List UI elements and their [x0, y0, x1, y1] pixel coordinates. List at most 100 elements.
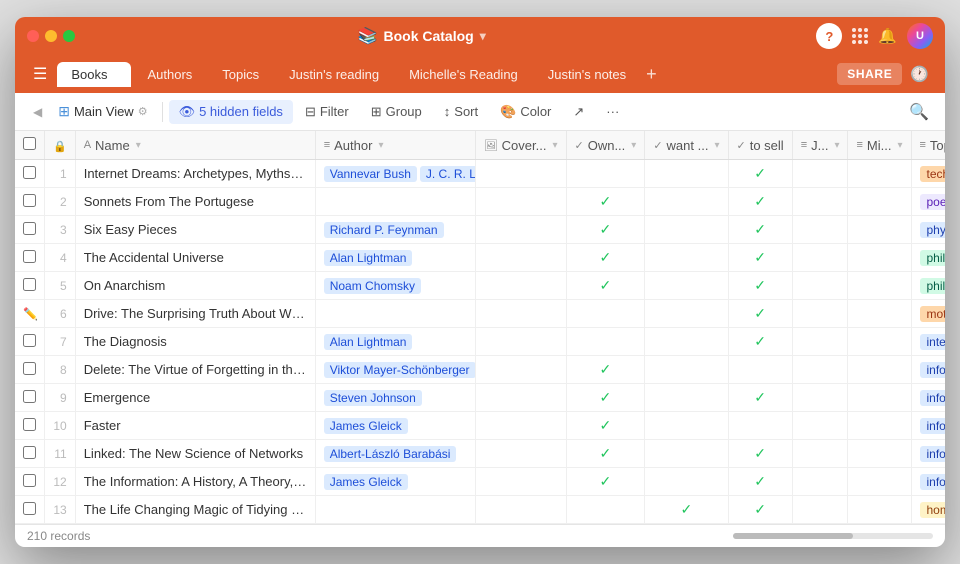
topic-tag[interactable]: philosophy — [920, 278, 946, 294]
history-icon[interactable]: 🕐 — [904, 61, 935, 87]
row-checkbox[interactable] — [23, 222, 36, 235]
row-checkbox[interactable] — [23, 502, 36, 515]
author-tag[interactable]: Noam Chomsky — [324, 278, 421, 294]
main-view-selector[interactable]: ⊞ Main View ⚙ — [50, 99, 155, 124]
hamburger-icon[interactable]: ☰ — [25, 60, 55, 88]
row-checkbox-cell[interactable] — [15, 328, 45, 356]
col-author-header[interactable]: ≡ Author ▾ — [315, 131, 475, 160]
add-tab-button[interactable]: + — [646, 64, 657, 85]
row-checkbox[interactable] — [23, 250, 36, 263]
export-button[interactable]: ↗ — [563, 100, 594, 124]
hidden-fields-button[interactable]: 👁 5 hidden fields — [169, 100, 293, 124]
row-checkbox-cell[interactable] — [15, 244, 45, 272]
tab-topics[interactable]: Topics — [208, 62, 273, 87]
row-name[interactable]: Delete: The Virtue of Forgetting in the … — [75, 356, 315, 384]
tab-books[interactable]: Books — [57, 62, 131, 87]
select-all-checkbox[interactable] — [23, 137, 36, 150]
row-checkbox[interactable] — [23, 474, 36, 487]
color-button[interactable]: 🎨 Color — [490, 100, 561, 124]
author-tag[interactable]: Richard P. Feynman — [324, 222, 444, 238]
row-name[interactable]: The Accidental Universe — [75, 244, 315, 272]
group-button[interactable]: ⊞ Group — [361, 100, 432, 124]
row-checkbox-cell[interactable]: ✏️ — [15, 300, 45, 328]
author-tag[interactable]: James Gleick — [324, 418, 408, 434]
row-checkbox-cell[interactable] — [15, 188, 45, 216]
topic-tag[interactable]: information theory — [920, 390, 946, 406]
topic-tag[interactable]: technology — [920, 166, 946, 182]
col-name-header[interactable]: A Name ▾ — [75, 131, 315, 160]
tab-michelles-reading[interactable]: Michelle's Reading — [395, 62, 532, 87]
author-tag[interactable]: Alan Lightman — [324, 250, 413, 266]
author-tag[interactable]: J. C. R. Lic — [420, 166, 475, 182]
topic-tag[interactable]: internet — [920, 334, 946, 350]
row-checkbox-cell[interactable] — [15, 216, 45, 244]
row-name[interactable]: Drive: The Surprising Truth About What M… — [75, 300, 315, 328]
col-checkbox[interactable] — [15, 131, 45, 160]
row-name[interactable]: Emergence — [75, 384, 315, 412]
row-name[interactable]: Faster — [75, 412, 315, 440]
topic-tag[interactable]: information theory — [920, 418, 946, 434]
col-tosell-header[interactable]: ✓ to sell — [728, 131, 792, 160]
row-name[interactable]: The Information: A History, A Theory, A … — [75, 468, 315, 496]
search-icon[interactable]: 🔍 — [905, 98, 933, 126]
col-own-header[interactable]: ✓ Own... ▾ — [566, 131, 645, 160]
row-name[interactable]: Six Easy Pieces — [75, 216, 315, 244]
col-topics-header[interactable]: ≡ Topics — [911, 131, 945, 160]
row-checkbox-cell[interactable] — [15, 412, 45, 440]
row-checkbox-cell[interactable] — [15, 440, 45, 468]
row-checkbox-cell[interactable] — [15, 496, 45, 524]
row-name[interactable]: Sonnets From The Portugese — [75, 188, 315, 216]
maximize-button[interactable] — [63, 30, 75, 42]
row-checkbox[interactable] — [23, 334, 36, 347]
row-checkbox[interactable] — [23, 418, 36, 431]
tab-authors[interactable]: Authors — [133, 62, 206, 87]
row-name[interactable]: Internet Dreams: Archetypes, Myths, and … — [75, 160, 315, 188]
row-checkbox[interactable] — [23, 278, 36, 291]
filter-button[interactable]: ⊟ Filter — [295, 100, 359, 124]
col-want-header[interactable]: ✓ want ... ▾ — [645, 131, 728, 160]
row-checkbox-cell[interactable] — [15, 384, 45, 412]
sort-button[interactable]: ↕ Sort — [434, 100, 488, 123]
row-checkbox[interactable] — [23, 446, 36, 459]
row-checkbox[interactable] — [23, 166, 36, 179]
close-button[interactable] — [27, 30, 39, 42]
topic-tag[interactable]: physics — [920, 222, 946, 238]
author-tag[interactable]: Steven Johnson — [324, 390, 422, 406]
row-checkbox-cell[interactable] — [15, 272, 45, 300]
minimize-button[interactable] — [45, 30, 57, 42]
author-tag[interactable]: Albert-László Barabási — [324, 446, 457, 462]
col-j-header[interactable]: ≡ J... ▾ — [792, 131, 848, 160]
col-cover-header[interactable]: 🖼 Cover... ▾ — [475, 131, 566, 160]
scrollbar-container[interactable] — [733, 533, 933, 539]
row-checkbox[interactable] — [23, 362, 36, 375]
topic-tag[interactable]: home — [920, 502, 946, 518]
row-checkbox[interactable] — [23, 194, 36, 207]
topic-tag[interactable]: information theory — [920, 362, 946, 378]
title-dropdown-arrow[interactable]: ▾ — [480, 29, 486, 43]
avatar[interactable]: U — [907, 23, 933, 49]
row-name[interactable]: Linked: The New Science of Networks — [75, 440, 315, 468]
more-button[interactable]: ··· — [596, 100, 629, 123]
col-mi-header[interactable]: ≡ Mi... ▾ — [848, 131, 911, 160]
topic-tag[interactable]: information theory — [920, 474, 946, 490]
author-tag[interactable]: Vannevar Bush — [324, 166, 417, 182]
row-name[interactable]: The Life Changing Magic of Tidying Up — [75, 496, 315, 524]
topic-tag[interactable]: motivation — [920, 306, 946, 322]
row-checkbox-cell[interactable] — [15, 356, 45, 384]
row-name[interactable]: On Anarchism — [75, 272, 315, 300]
tab-justins-reading[interactable]: Justin's reading — [275, 62, 393, 87]
author-tag[interactable]: Viktor Mayer-Schönberger — [324, 362, 476, 378]
author-tag[interactable]: Alan Lightman — [324, 334, 413, 350]
row-checkbox-cell[interactable] — [15, 160, 45, 188]
topic-tag[interactable]: poetry — [920, 194, 946, 210]
view-toggle[interactable]: ◀ — [27, 101, 48, 123]
author-tag[interactable]: James Gleick — [324, 474, 408, 490]
row-checkbox-cell[interactable] — [15, 468, 45, 496]
tab-justins-notes[interactable]: Justin's notes — [534, 62, 640, 87]
row-name[interactable]: The Diagnosis — [75, 328, 315, 356]
share-button[interactable]: SHARE — [837, 63, 902, 85]
bell-icon[interactable]: 🔔 — [878, 27, 897, 45]
row-checkbox[interactable] — [23, 390, 36, 403]
grid-icon[interactable] — [852, 28, 868, 44]
topic-tag[interactable]: philosophy — [920, 250, 946, 266]
